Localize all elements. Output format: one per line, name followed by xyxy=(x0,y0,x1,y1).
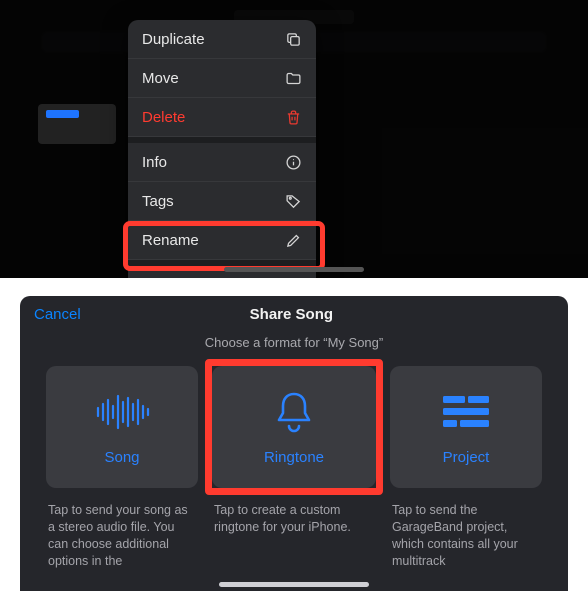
menu-item-label: Rename xyxy=(142,232,199,249)
card-label: Ringtone xyxy=(264,449,324,466)
home-indicator[interactable] xyxy=(224,267,364,272)
format-cards-row: Song Tap to send your song as a stereo a… xyxy=(20,366,568,570)
menu-item-tags[interactable]: Tags xyxy=(128,182,316,221)
tracks-icon xyxy=(440,389,492,435)
format-card-project[interactable]: Project xyxy=(390,366,542,488)
copy-icon xyxy=(284,30,302,48)
menu-item-label: Delete xyxy=(142,109,185,126)
menu-item-rename[interactable]: Rename xyxy=(128,221,316,260)
menu-item-duplicate[interactable]: Duplicate xyxy=(128,20,316,59)
card-desc: Tap to send the GarageBand project, whic… xyxy=(390,502,542,570)
sheet-header: Cancel Share Song xyxy=(20,296,568,331)
sheet-title: Share Song xyxy=(250,306,333,323)
menu-item-label: Move xyxy=(142,70,179,87)
cancel-button[interactable]: Cancel xyxy=(34,306,81,323)
format-card-project-col: Project Tap to send the GarageBand proje… xyxy=(390,366,542,570)
info-icon xyxy=(284,153,302,171)
menu-item-label: Duplicate xyxy=(142,31,205,48)
song-thumbnail[interactable] xyxy=(38,104,116,144)
menu-item-move[interactable]: Move xyxy=(128,59,316,98)
bell-icon xyxy=(271,389,317,435)
tag-icon xyxy=(284,192,302,210)
format-card-ringtone-col: Ringtone Tap to create a custom ringtone… xyxy=(212,366,376,570)
waveform-icon xyxy=(94,389,150,435)
share-sheet: Cancel Share Song Choose a format for “M… xyxy=(20,296,568,591)
card-desc: Tap to send your song as a stereo audio … xyxy=(46,502,198,570)
card-label: Project xyxy=(443,449,490,466)
sheet-subhead: Choose a format for “My Song” xyxy=(20,335,568,350)
share-song-panel: Cancel Share Song Choose a format for “M… xyxy=(0,278,588,591)
pencil-icon xyxy=(284,231,302,249)
context-menu: Duplicate Move Delete xyxy=(128,20,316,278)
card-desc: Tap to create a custom ringtone for your… xyxy=(212,502,376,536)
trash-icon xyxy=(284,108,302,126)
format-card-ringtone[interactable]: Ringtone xyxy=(212,366,376,488)
card-label: Song xyxy=(104,449,139,466)
menu-item-info[interactable]: Info xyxy=(128,143,316,182)
menu-item-delete[interactable]: Delete xyxy=(128,98,316,137)
format-card-song[interactable]: Song xyxy=(46,366,198,488)
audio-region xyxy=(46,110,79,118)
home-indicator[interactable] xyxy=(219,582,369,587)
format-card-song-col: Song Tap to send your song as a stereo a… xyxy=(46,366,198,570)
app-background: Duplicate Move Delete xyxy=(0,0,588,278)
menu-item-label: Tags xyxy=(142,193,174,210)
folder-icon xyxy=(284,69,302,87)
menu-item-label: Info xyxy=(142,154,167,171)
